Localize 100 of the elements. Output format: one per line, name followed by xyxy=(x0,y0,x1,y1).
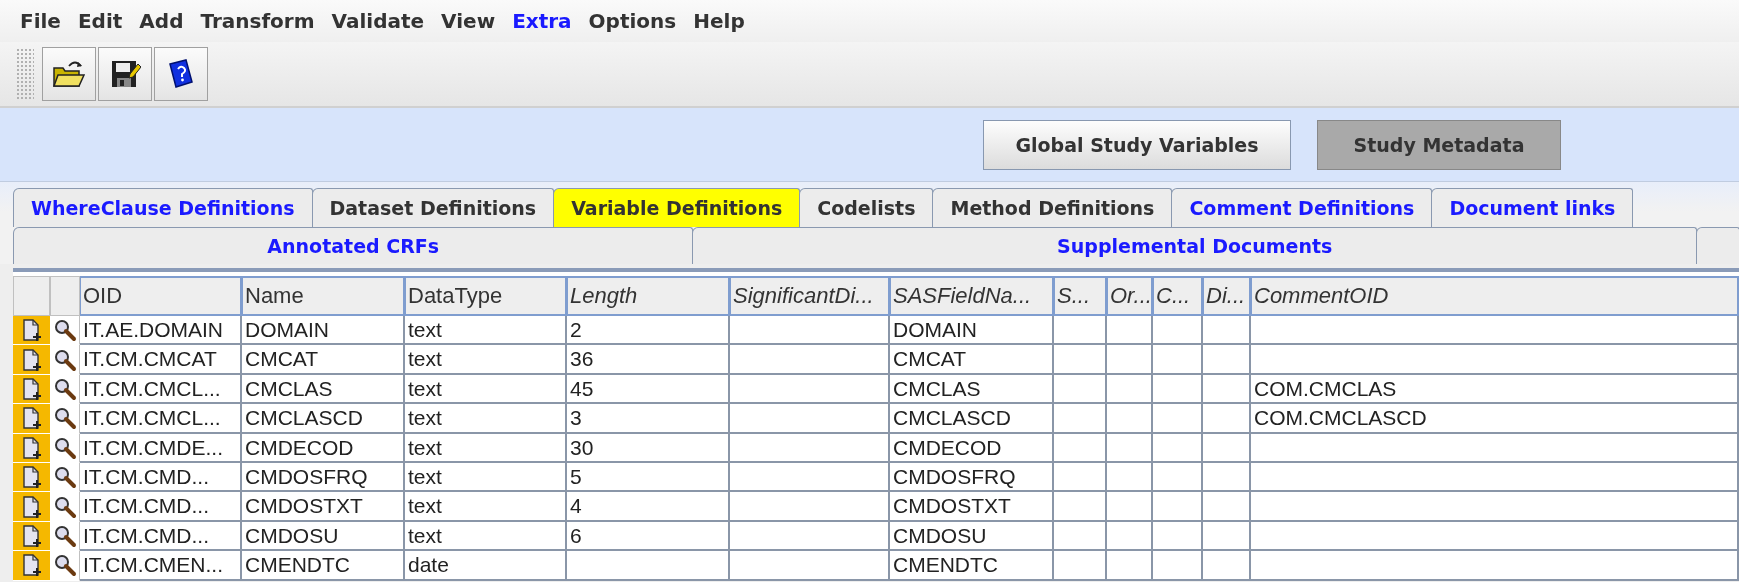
sas-name-cell: CMDOSFRQ xyxy=(890,462,1054,493)
column-header[interactable]: Di... xyxy=(1203,276,1251,316)
table-cell xyxy=(1107,374,1153,405)
datatype-cell: date xyxy=(405,551,567,581)
column-header[interactable]: SignificantDi... xyxy=(730,276,890,316)
name-cell: CMENDTC xyxy=(242,551,405,581)
menu-item[interactable]: Options xyxy=(588,9,677,33)
edit-row-button[interactable] xyxy=(13,316,50,346)
table-cell xyxy=(1054,345,1107,375)
document-plus-icon xyxy=(21,553,42,578)
column-header[interactable]: DataType xyxy=(405,276,567,316)
sas-name-cell: DOMAIN xyxy=(890,316,1054,346)
oid-cell: IT.CM.CMCL... xyxy=(80,374,242,405)
document-plus-icon xyxy=(21,318,42,343)
datatype-cell: text xyxy=(405,521,567,552)
menu-item[interactable]: Extra xyxy=(512,9,572,33)
datatype-cell: text xyxy=(405,404,567,434)
edit-row-button[interactable] xyxy=(13,345,50,375)
menu-item[interactable]: Transform xyxy=(200,9,315,33)
view-button[interactable]: Global Study Variables xyxy=(983,119,1291,170)
tab[interactable]: Comment Definitions xyxy=(1171,188,1433,227)
menu-item[interactable]: Help xyxy=(693,9,745,33)
tab[interactable]: Dataset Definitions xyxy=(311,188,555,227)
menu-item[interactable]: Edit xyxy=(77,9,123,33)
toolbar-grip[interactable] xyxy=(16,48,34,100)
tab[interactable]: WhereClause Definitions xyxy=(13,188,313,227)
table-cell xyxy=(1054,404,1107,434)
tab[interactable]: Supplemental Documents xyxy=(692,227,1697,264)
menu-item[interactable]: Validate xyxy=(331,9,425,33)
table-cell xyxy=(1203,404,1251,434)
table-cell xyxy=(1054,316,1107,346)
column-header[interactable]: Name xyxy=(242,276,405,316)
tab[interactable]: Document links xyxy=(1431,188,1634,227)
column-header[interactable]: SASFieldNa... xyxy=(890,276,1054,316)
tab[interactable]: Annotated CRFs xyxy=(13,227,694,264)
edit-row-button[interactable] xyxy=(13,374,50,405)
length-cell: 3 xyxy=(567,404,730,434)
tab[interactable]: Method Definitions xyxy=(932,188,1173,227)
datatype-cell: text xyxy=(405,374,567,405)
table-cell xyxy=(1203,316,1251,346)
tab[interactable]: Codelists xyxy=(799,188,934,227)
menu-item[interactable]: Add xyxy=(139,9,184,33)
edit-row-button[interactable] xyxy=(13,551,50,581)
sas-name-cell: CMCLAS xyxy=(890,374,1054,405)
document-plus-icon xyxy=(21,406,42,431)
header-cell xyxy=(50,276,80,316)
open-folder-button[interactable] xyxy=(42,47,96,101)
magnifier-icon xyxy=(52,494,77,519)
table-cell xyxy=(1153,551,1203,581)
save-button[interactable] xyxy=(98,47,152,101)
table-cell xyxy=(1153,433,1203,463)
table-cell xyxy=(1153,492,1203,522)
oid-cell: IT.AE.DOMAIN xyxy=(80,316,242,346)
edit-row-button[interactable] xyxy=(13,521,50,552)
magnifier-icon xyxy=(52,318,77,343)
table-cell xyxy=(1054,492,1107,522)
magnifier-icon xyxy=(52,376,77,401)
table-cell xyxy=(1153,374,1203,405)
view-button[interactable]: Study Metadata xyxy=(1317,119,1561,170)
magnifier-icon xyxy=(52,435,77,460)
table-cell xyxy=(1107,521,1153,552)
edit-row-button[interactable] xyxy=(13,433,50,463)
floppy-disk-icon xyxy=(109,58,141,90)
table-cell xyxy=(1054,462,1107,493)
column-header[interactable]: Length xyxy=(567,276,730,316)
comment-oid-cell: COM.CMCLASCD xyxy=(1251,404,1739,434)
table-cell xyxy=(1107,492,1153,522)
edit-row-button[interactable] xyxy=(13,492,50,522)
column-header[interactable]: C... xyxy=(1153,276,1203,316)
table-cell xyxy=(1203,345,1251,375)
help-button[interactable] xyxy=(154,47,208,101)
oid-cell: IT.CM.CMD... xyxy=(80,492,242,522)
table-cell xyxy=(1203,521,1251,552)
menu-item[interactable]: File xyxy=(20,9,61,33)
magnifier-icon xyxy=(52,523,77,548)
table-cell xyxy=(1153,462,1203,493)
length-cell: 36 xyxy=(567,345,730,375)
magnifier-icon xyxy=(52,465,77,490)
table-cell xyxy=(1107,551,1153,581)
edit-row-button[interactable] xyxy=(13,404,50,434)
help-book-icon xyxy=(166,58,196,90)
document-plus-icon xyxy=(21,347,42,372)
table-cell xyxy=(1153,345,1203,375)
comment-oid-cell: COM.CMCLAS xyxy=(1251,374,1739,405)
datatype-cell: text xyxy=(405,316,567,346)
oid-cell: IT.CM.CMD... xyxy=(80,521,242,552)
table-cell xyxy=(1054,521,1107,552)
column-header[interactable]: S... xyxy=(1054,276,1107,316)
column-header[interactable]: Or... xyxy=(1107,276,1153,316)
name-cell: CMCAT xyxy=(242,345,405,375)
tab[interactable]: Variable Definitions xyxy=(553,188,801,227)
menu-item[interactable]: View xyxy=(441,9,496,33)
table-cell xyxy=(1203,492,1251,522)
sas-name-cell: CMDECOD xyxy=(890,433,1054,463)
datatype-cell: text xyxy=(405,433,567,463)
oid-cell: IT.CM.CMDE... xyxy=(80,433,242,463)
column-header[interactable]: OID xyxy=(80,276,242,316)
column-header[interactable]: CommentOID xyxy=(1251,276,1739,316)
edit-row-button[interactable] xyxy=(13,462,50,493)
document-plus-icon xyxy=(21,523,42,548)
